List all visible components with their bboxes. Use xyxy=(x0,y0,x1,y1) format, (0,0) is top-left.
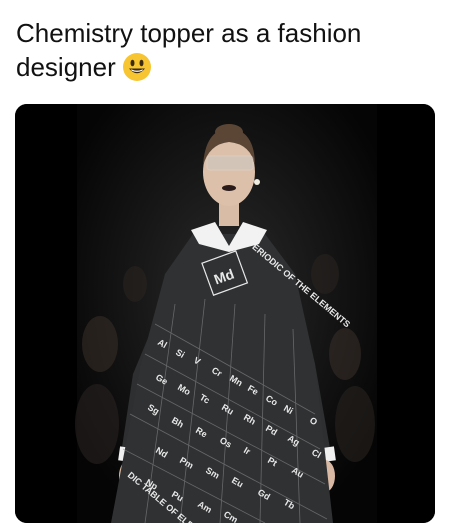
post-caption: Chemistry topper as a fashion designer xyxy=(16,16,426,84)
caption-line-1: Chemistry topper as a fashion xyxy=(16,18,362,48)
runway-photo: Al Si V Cr Mn Fe Co Ni Ge Mo Tc Ru Rh Pd… xyxy=(15,104,435,523)
caption-line-2: designer xyxy=(16,52,116,82)
grinning-face-emoji-icon xyxy=(122,52,152,82)
runway-model-illustration: Al Si V Cr Mn Fe Co Ni Ge Mo Tc Ru Rh Pd… xyxy=(15,104,435,523)
